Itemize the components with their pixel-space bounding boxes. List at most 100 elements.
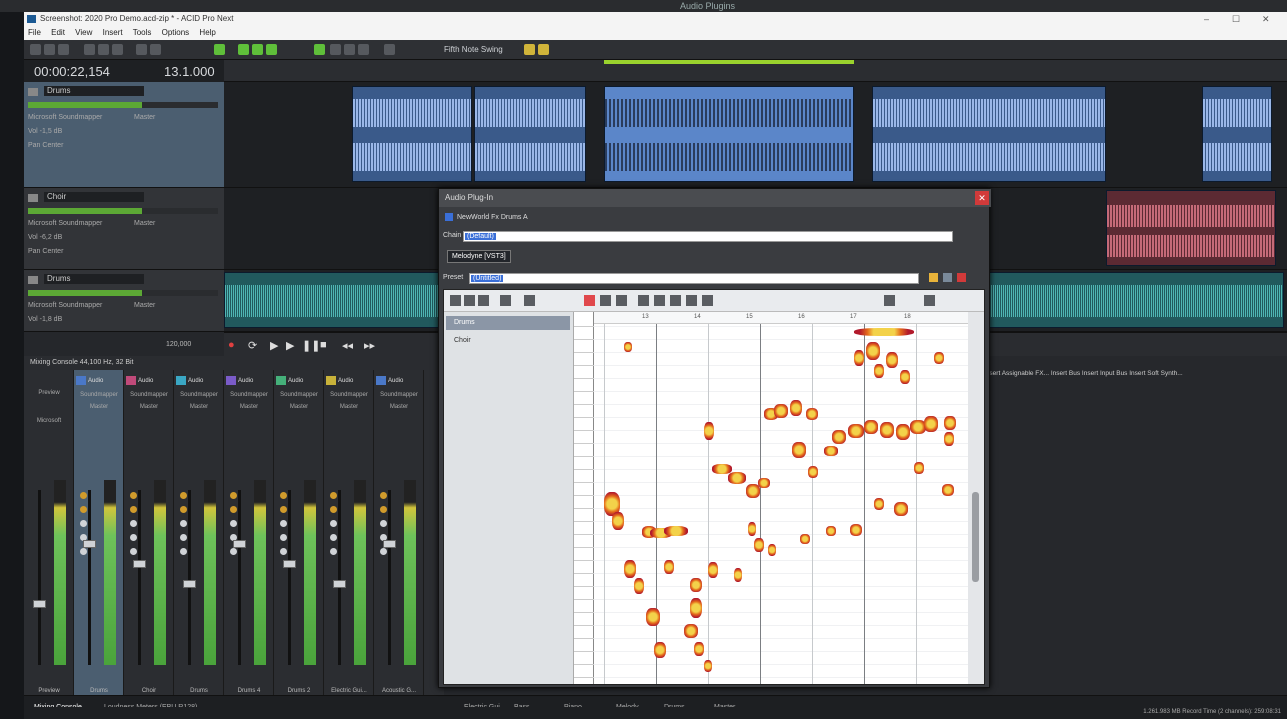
timeline-ruler[interactable]	[224, 60, 1287, 82]
strip-type[interactable]: Audio	[126, 376, 172, 386]
note-blob[interactable]	[728, 472, 746, 484]
insert-slot-icon[interactable]	[330, 520, 337, 527]
note-editor[interactable]	[594, 312, 968, 684]
insert-slot-icon[interactable]	[80, 492, 87, 499]
strip-output[interactable]: Soundmapper	[226, 392, 272, 398]
main-tool-icon[interactable]	[584, 295, 595, 306]
note-blob[interactable]	[886, 352, 898, 368]
note-blob[interactable]	[754, 538, 764, 552]
loop-icon[interactable]: ⟳	[248, 339, 257, 352]
insert-slot-icon[interactable]	[180, 534, 187, 541]
bar-ruler[interactable]: 13 14 15 16 17 18	[594, 312, 968, 324]
insert-slot-icon[interactable]	[380, 548, 387, 555]
edit-tool-icon[interactable]	[266, 44, 277, 55]
note-blob[interactable]	[832, 430, 846, 444]
copy-icon[interactable]	[98, 44, 109, 55]
note-blob[interactable]	[800, 534, 810, 544]
layout-icon[interactable]	[450, 295, 461, 306]
pointer-icon[interactable]	[330, 44, 341, 55]
insert-slot-icon[interactable]	[330, 548, 337, 555]
insert-slot-icon[interactable]	[130, 492, 137, 499]
note-blob[interactable]	[942, 484, 954, 496]
strip-output[interactable]: Soundmapper	[276, 392, 322, 398]
play-start-icon[interactable]: ▶	[270, 339, 278, 352]
track-header-drums[interactable]: Drums Microsoft Soundmapper Master Vol -…	[24, 82, 224, 188]
fader-knob[interactable]	[233, 540, 246, 548]
note-blob[interactable]	[900, 370, 910, 384]
strip-bus[interactable]: Master	[226, 404, 272, 410]
note-blob[interactable]	[646, 608, 660, 626]
pause-icon[interactable]: ❚❚	[302, 339, 320, 352]
menu-file[interactable]: File	[28, 28, 41, 37]
note-blob[interactable]	[748, 522, 756, 536]
pitch-ruler[interactable]	[574, 312, 594, 684]
note-blob[interactable]	[624, 560, 636, 578]
insert-slot-icon[interactable]	[130, 534, 137, 541]
note-blob[interactable]	[690, 598, 702, 618]
note-blob[interactable]	[866, 342, 880, 360]
save-preset-icon[interactable]	[943, 273, 952, 282]
insert-slot-icon[interactable]	[130, 520, 137, 527]
fader-knob[interactable]	[383, 540, 396, 548]
note-blob[interactable]	[790, 400, 802, 416]
snap-icon[interactable]	[214, 44, 225, 55]
insert-fx-bar[interactable]: Insert Assignable FX... Insert Bus Inser…	[984, 370, 1287, 386]
insert-slot-icon[interactable]	[280, 492, 287, 499]
insert-slot-icon[interactable]	[80, 506, 87, 513]
pitch-icon[interactable]	[500, 295, 511, 306]
preset-select[interactable]: (Untitled)	[469, 273, 919, 284]
transfer-icon[interactable]	[524, 295, 535, 306]
insert-slot-icon[interactable]	[180, 520, 187, 527]
folder-icon[interactable]	[929, 273, 938, 282]
grid-icon[interactable]	[252, 44, 263, 55]
strip-type[interactable]: Audio	[326, 376, 372, 386]
note-blob[interactable]	[874, 498, 884, 510]
note-blob[interactable]	[826, 526, 836, 536]
menu-options[interactable]: Options	[162, 28, 190, 37]
audio-clip[interactable]	[1106, 190, 1276, 266]
note-blob[interactable]	[854, 328, 914, 336]
note-blob[interactable]	[792, 442, 806, 458]
insert-slot-icon[interactable]	[330, 506, 337, 513]
insert-slot-icon[interactable]	[280, 534, 287, 541]
save-icon[interactable]	[58, 44, 69, 55]
note-blob[interactable]	[624, 342, 632, 352]
tempo-readout[interactable]: 120,000	[166, 341, 191, 348]
undo-icon[interactable]	[136, 44, 147, 55]
delete-preset-icon[interactable]	[957, 273, 966, 282]
strip-bus[interactable]: Master	[126, 404, 172, 410]
menu-edit[interactable]: Edit	[51, 28, 65, 37]
close-icon[interactable]: ✕	[975, 191, 989, 205]
redo-icon[interactable]	[150, 44, 161, 55]
strip-type[interactable]: Audio	[226, 376, 272, 386]
strip-bus[interactable]: Master	[376, 404, 422, 410]
strip-type[interactable]: Audio	[276, 376, 322, 386]
strip-bus[interactable]: Master	[326, 404, 372, 410]
note-blob[interactable]	[690, 578, 702, 592]
strip-output[interactable]: Soundmapper	[376, 392, 422, 398]
track-name[interactable]: Drums	[44, 274, 144, 284]
close-button[interactable]: ✕	[1262, 12, 1270, 26]
track-name[interactable]: Choir	[44, 192, 144, 202]
fader-knob[interactable]	[333, 580, 346, 588]
chart-icon[interactable]	[478, 295, 489, 306]
strip-type[interactable]: Audio	[76, 376, 122, 386]
note-blob[interactable]	[880, 422, 894, 438]
metronome-icon[interactable]	[524, 44, 535, 55]
note-blob[interactable]	[896, 424, 910, 440]
note-blob[interactable]	[894, 502, 908, 516]
insert-slot-icon[interactable]	[130, 548, 137, 555]
insert-slot-icon[interactable]	[230, 506, 237, 513]
note-blob[interactable]	[924, 416, 938, 432]
track-volume[interactable]: Vol -1,5 dB	[28, 128, 218, 136]
open-icon[interactable]	[44, 44, 55, 55]
audio-clip[interactable]	[872, 86, 1106, 182]
strip-type[interactable]: Audio	[176, 376, 222, 386]
scrub-icon[interactable]	[384, 44, 395, 55]
insert-slot-icon[interactable]	[280, 520, 287, 527]
strip-output[interactable]: Soundmapper	[126, 392, 172, 398]
strip-output[interactable]: Soundmapper	[176, 392, 222, 398]
track-list-item[interactable]: Choir	[446, 334, 570, 348]
track-name[interactable]: Drums	[44, 86, 144, 96]
note-blob[interactable]	[854, 350, 864, 366]
